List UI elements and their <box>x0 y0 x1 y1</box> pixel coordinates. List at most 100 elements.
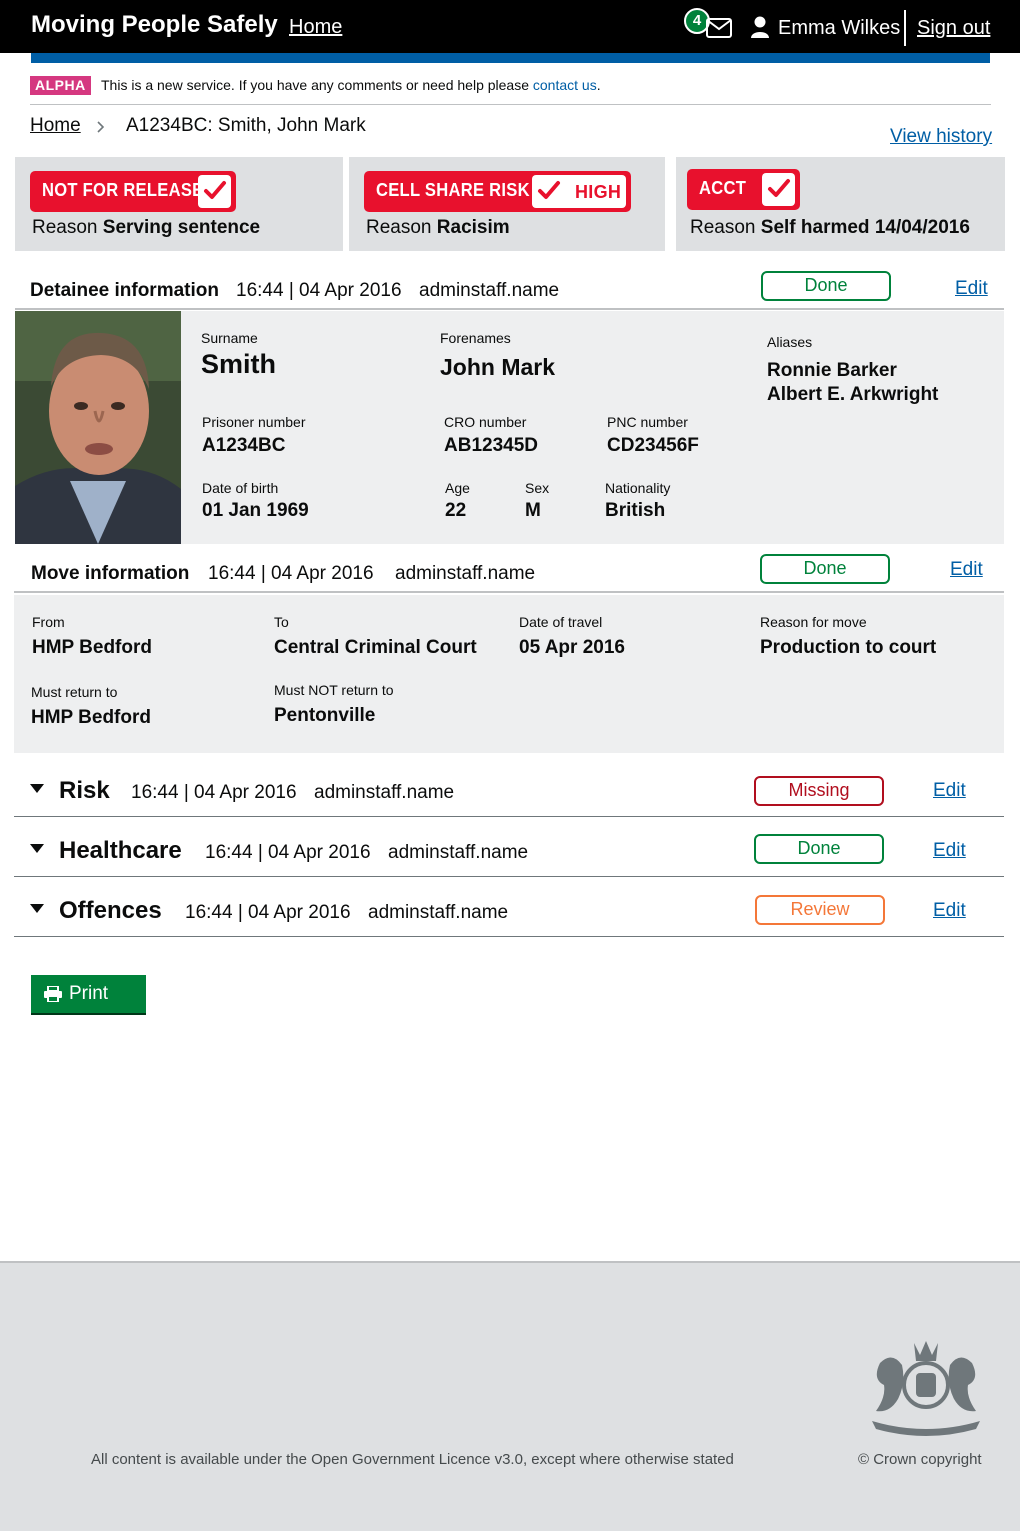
edit-healthcare-link[interactable]: Edit <box>933 840 966 862</box>
phase-text-before: This is a new service. If you have any c… <box>101 77 533 93</box>
dob-value: 01 Jan 1969 <box>202 500 309 521</box>
edit-detainee-link[interactable]: Edit <box>955 278 988 300</box>
detainee-information-header: Detainee information 16:44 | 04 Apr 2016… <box>15 270 1004 310</box>
status-badge: Done <box>754 834 884 864</box>
user-name: Emma Wilkes <box>778 17 901 39</box>
global-header: Moving People Safely Home 4 Emma Wilkes … <box>0 0 1020 53</box>
reason-prefix: Reason <box>690 217 761 238</box>
alert-reason: Reason Racisim <box>366 217 510 239</box>
cro-number-value: AB12345D <box>444 435 538 456</box>
section-title[interactable]: Risk <box>59 777 110 805</box>
reason-prefix: Reason <box>366 217 437 238</box>
header-divider <box>904 10 906 46</box>
edit-risk-link[interactable]: Edit <box>933 780 966 802</box>
alpha-tag: ALPHA <box>30 76 91 95</box>
section-offences[interactable]: Offences 16:44 | 04 Apr 2016 adminstaff.… <box>14 877 1004 937</box>
printer-icon <box>44 986 62 1002</box>
print-label: Print <box>69 983 109 1004</box>
date-of-travel-value: 05 Apr 2016 <box>519 637 625 658</box>
licence-before: All content is available under the <box>91 1451 312 1468</box>
section-user: adminstaff.name <box>314 782 455 803</box>
alert-label: CELL SHARE RISK <box>376 180 530 200</box>
status-badge: Review <box>755 895 885 925</box>
service-name[interactable]: Moving People Safely <box>31 11 278 39</box>
section-risk[interactable]: Risk 16:44 | 04 Apr 2016 adminstaff.name… <box>14 757 1004 817</box>
date-of-travel-label: Date of travel <box>519 614 603 630</box>
alert-reason: Reason Serving sentence <box>32 217 260 239</box>
footer: All content is available under the Open … <box>0 1261 1020 1531</box>
section-user: adminstaff.name <box>388 842 529 863</box>
nationality-label: Nationality <box>605 480 671 496</box>
pnc-number-value: CD23456F <box>607 435 699 456</box>
phase-banner: ALPHA This is a new service. If you have… <box>30 76 991 105</box>
phase-text: This is a new service. If you have any c… <box>101 77 601 93</box>
section-timestamp: 16:44 | 04 Apr 2016 <box>208 563 374 584</box>
alert-badge-cell-share-risk: CELL SHARE RISK HIGH <box>364 171 631 212</box>
ogl-link[interactable]: Open Government Licence v3.0 <box>311 1451 523 1468</box>
nationality-value: British <box>605 500 666 521</box>
header-home-link[interactable]: Home <box>289 16 342 39</box>
reason-for-move-value: Production to court <box>760 637 937 658</box>
alert-card-acct: ACCT Reason Self harmed 14/04/2016 <box>676 157 1005 251</box>
section-timestamp: 16:44 | 04 Apr 2016 <box>205 842 371 863</box>
sex-value: M <box>525 500 541 521</box>
surname-value: Smith <box>201 349 277 379</box>
detainee-photo <box>15 311 181 544</box>
user-icon <box>751 16 769 38</box>
alert-badge-not-for-release: NOT FOR RELEASE <box>30 171 236 212</box>
section-title[interactable]: Healthcare <box>59 837 182 865</box>
must-return-label: Must return to <box>31 684 118 700</box>
royal-crest-icon <box>862 1333 990 1444</box>
alert-reason: Reason Self harmed 14/04/2016 <box>690 217 970 239</box>
dob-label: Date of birth <box>202 480 279 496</box>
section-title: Move information <box>31 563 190 584</box>
section-user: adminstaff.name <box>395 563 536 584</box>
age-label: Age <box>445 480 470 496</box>
status-badge: Missing <box>754 776 884 806</box>
check-icon <box>762 173 795 206</box>
section-healthcare[interactable]: Healthcare 16:44 | 04 Apr 2016 adminstaf… <box>14 817 1004 877</box>
edit-move-link[interactable]: Edit <box>950 559 983 581</box>
section-title[interactable]: Offences <box>59 897 162 925</box>
forenames-label: Forenames <box>440 330 511 346</box>
from-label: From <box>32 614 65 630</box>
chevron-right-icon <box>96 115 106 139</box>
alert-label: NOT FOR RELEASE <box>42 180 204 200</box>
section-timestamp: 16:44 | 04 Apr 2016 <box>236 280 402 301</box>
to-value: Central Criminal Court <box>274 637 477 658</box>
must-not-return-value: Pentonville <box>274 705 376 726</box>
section-user: adminstaff.name <box>419 280 560 301</box>
view-history-link[interactable]: View history <box>890 126 992 148</box>
from-value: HMP Bedford <box>32 637 152 658</box>
sex-label: Sex <box>525 480 550 496</box>
breadcrumb-home-link[interactable]: Home <box>30 115 81 137</box>
reason-value: Serving sentence <box>102 217 261 238</box>
section-timestamp: 16:44 | 04 Apr 2016 <box>131 782 297 803</box>
forenames-value: John Mark <box>440 354 556 380</box>
prisoner-number-value: A1234BC <box>202 435 286 456</box>
move-information-header: Move information 16:44 | 04 Apr 2016 adm… <box>14 553 1004 593</box>
to-label: To <box>274 614 289 630</box>
reason-for-move-label: Reason for move <box>760 614 867 630</box>
messages-button[interactable]: 4 <box>684 8 734 42</box>
crown-copyright-link[interactable]: © Crown copyright <box>858 1451 982 1468</box>
alias-item: Ronnie Barker <box>767 360 897 381</box>
edit-offences-link[interactable]: Edit <box>933 900 966 922</box>
reason-value: Self harmed 14/04/2016 <box>760 217 970 238</box>
aliases-label: Aliases <box>767 334 813 350</box>
surname-label: Surname <box>201 330 258 346</box>
licence-text: All content is available under the Open … <box>91 1451 734 1468</box>
must-return-value: HMP Bedford <box>31 707 151 728</box>
print-button[interactable]: Print <box>31 975 146 1015</box>
envelope-icon <box>706 18 732 38</box>
contact-us-link[interactable]: contact us <box>533 77 597 93</box>
section-title: Detainee information <box>30 280 219 301</box>
alert-badge-acct: ACCT <box>687 169 800 210</box>
triangle-down-icon[interactable] <box>30 904 44 913</box>
prisoner-number-label: Prisoner number <box>202 414 306 430</box>
alias-item: Albert E. Arkwright <box>767 384 939 405</box>
sign-out-link[interactable]: Sign out <box>917 17 990 40</box>
section-user: adminstaff.name <box>368 902 509 923</box>
triangle-down-icon[interactable] <box>30 784 44 793</box>
triangle-down-icon[interactable] <box>30 844 44 853</box>
